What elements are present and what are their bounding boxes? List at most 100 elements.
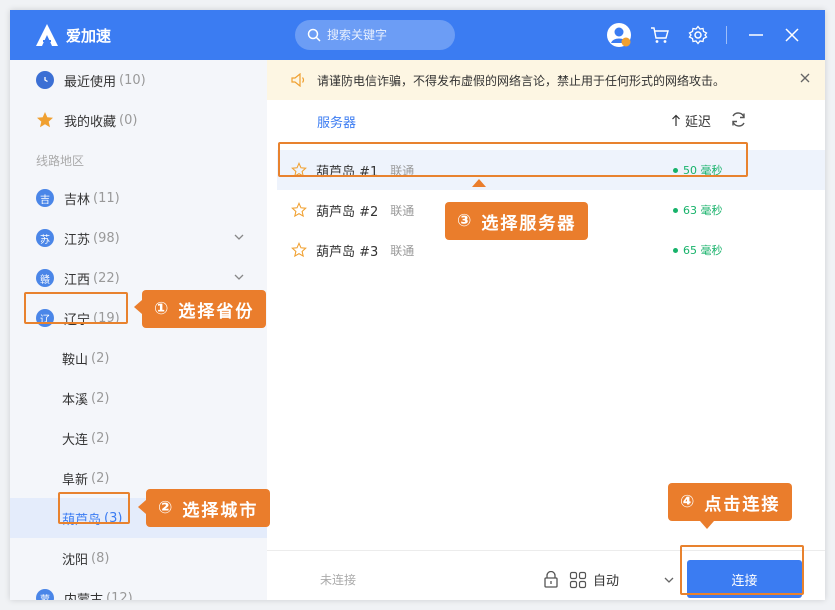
speaker-icon <box>291 73 305 87</box>
chevron-down-icon[interactable] <box>233 271 245 283</box>
close-button[interactable] <box>779 22 805 48</box>
sidebar-item-label: 阜新 <box>62 472 89 488</box>
sidebar-item-label: 江西 <box>64 272 91 288</box>
sort-up-icon <box>672 114 680 126</box>
region-badge: 辽 <box>36 309 54 327</box>
sidebar-city-dalian[interactable]: 大连 (2) <box>10 418 267 458</box>
sidebar-item-label: 内蒙古 <box>64 592 104 601</box>
titlebar-divider <box>726 26 727 44</box>
connect-button[interactable]: 连接 <box>687 560 802 598</box>
search-box[interactable] <box>295 20 455 50</box>
sidebar-item-label: 江苏 <box>64 232 91 248</box>
sidebar-city-benxi[interactable]: 本溪 (2) <box>10 378 267 418</box>
callout-text: 选择省份 <box>178 301 255 322</box>
sidebar-item-label: 辽宁 <box>64 312 91 328</box>
sidebar-city-shenyang[interactable]: 沈阳 (8) <box>10 538 267 578</box>
settings-button[interactable] <box>685 22 711 48</box>
callout-pointer <box>138 500 146 514</box>
callout-number: ④ <box>680 492 697 512</box>
chevron-down-icon[interactable] <box>233 231 245 243</box>
sidebar-item-count: (11) <box>93 190 120 206</box>
star-outline-icon[interactable] <box>291 242 307 258</box>
callout-text: 选择城市 <box>182 500 259 521</box>
column-header-latency[interactable]: 延迟 <box>671 111 711 130</box>
sidebar-item-recent[interactable]: 最近使用 (10) <box>10 60 267 100</box>
close-icon <box>785 28 799 42</box>
footer-bar: 未连接 自动 连接 <box>267 550 825 600</box>
callout-step1: ① 选择省份 <box>142 290 267 328</box>
sidebar-item-neimenggu[interactable]: 蒙 内蒙古 (12) <box>10 578 267 600</box>
latency-value: 63 毫秒 <box>683 204 723 217</box>
notice-bar: 请谨防电信诈骗，不得发布虚假的网络言论，禁止用于任何形式的网络攻击。 <box>267 60 825 100</box>
sidebar-item-count: (22) <box>93 270 120 286</box>
search-icon <box>307 28 321 42</box>
callout-pointer <box>700 521 714 529</box>
server-name: 葫芦岛 #3 <box>316 244 379 260</box>
sidebar-item-jilin[interactable]: 吉 吉林 (11) <box>10 178 267 218</box>
clock-icon <box>36 71 54 89</box>
sidebar-item-label: 本溪 <box>62 392 89 408</box>
refresh-icon[interactable] <box>730 111 747 128</box>
sidebar-item-label: 最近使用 <box>64 74 117 90</box>
sidebar-item-jiangsu[interactable]: 苏 江苏 (98) <box>10 218 267 258</box>
sidebar-item-label: 鞍山 <box>62 352 89 368</box>
latency-value: 65 毫秒 <box>683 244 723 257</box>
latency-label: 延迟 <box>685 115 712 130</box>
sidebar-item-count: (2) <box>91 470 110 486</box>
server-list-header: 服务器 延迟 <box>267 100 825 140</box>
region-badge: 苏 <box>36 229 54 247</box>
cart-icon <box>651 27 669 43</box>
callout-pointer <box>472 179 486 187</box>
server-row[interactable]: 葫芦岛 #1 联通 50 毫秒 <box>277 150 825 190</box>
server-isp: 联通 <box>390 163 415 178</box>
sidebar-item-label: 我的收藏 <box>64 114 117 130</box>
sidebar-city-anshan[interactable]: 鞍山 (2) <box>10 338 267 378</box>
sidebar-item-count: (19) <box>93 310 120 326</box>
sidebar-item-label: 沈阳 <box>62 552 89 568</box>
callout-number: ① <box>154 299 171 319</box>
sidebar-item-count: (8) <box>91 550 110 566</box>
minimize-button[interactable] <box>743 22 769 48</box>
callout-text: 点击连接 <box>704 494 781 515</box>
cart-button[interactable] <box>647 22 673 48</box>
star-outline-icon[interactable] <box>291 202 307 218</box>
gear-icon <box>688 25 708 45</box>
latency-value: 50 毫秒 <box>683 164 723 177</box>
sidebar-item-favorites[interactable]: 我的收藏 (0) <box>10 100 267 140</box>
sidebar-item-count: (98) <box>93 230 120 246</box>
status-dot <box>673 247 678 253</box>
app-name: 爱加速 <box>66 26 112 45</box>
avatar-icon <box>607 23 631 47</box>
status-dot <box>673 207 678 213</box>
server-name: 葫芦岛 #2 <box>316 204 379 220</box>
server-isp: 联通 <box>390 203 415 218</box>
star-icon <box>37 112 53 128</box>
logo-icon <box>36 24 58 46</box>
callout-number: ③ <box>457 211 474 231</box>
sidebar-item-label: 吉林 <box>64 192 91 208</box>
app-window: 爱加速 搜索关键字 最近使用 (10) 我的收藏 (0) 线路地区 吉 吉林 (… <box>10 10 825 600</box>
connection-status: 未连接 <box>320 573 357 587</box>
close-icon[interactable] <box>799 72 811 84</box>
sidebar-item-count: (0) <box>119 112 138 128</box>
column-header-server[interactable]: 服务器 <box>317 112 356 131</box>
sidebar-item-count: (2) <box>91 430 110 446</box>
sidebar-item-count: (3) <box>104 510 123 526</box>
callout-text: 选择服务器 <box>481 213 577 234</box>
region-badge: 赣 <box>36 269 54 287</box>
mode-label: 自动 <box>593 574 620 589</box>
title-bar: 爱加速 <box>10 10 825 60</box>
region-badge: 吉 <box>36 189 54 207</box>
sidebar-item-label: 大连 <box>62 432 89 448</box>
avatar[interactable] <box>606 22 632 48</box>
server-latency: 65 毫秒 <box>673 242 723 258</box>
sidebar-item-label: 葫芦岛 <box>62 512 102 528</box>
minimize-icon <box>749 34 763 36</box>
search-input[interactable] <box>327 28 447 42</box>
sidebar-item-count: (10) <box>119 72 146 88</box>
sidebar-item-count: (12) <box>106 590 133 601</box>
server-latency: 63 毫秒 <box>673 202 723 218</box>
section-title-regions: 线路地区 <box>36 154 85 168</box>
star-outline-icon[interactable] <box>291 162 307 178</box>
mode-select[interactable]: 自动 <box>543 570 675 589</box>
